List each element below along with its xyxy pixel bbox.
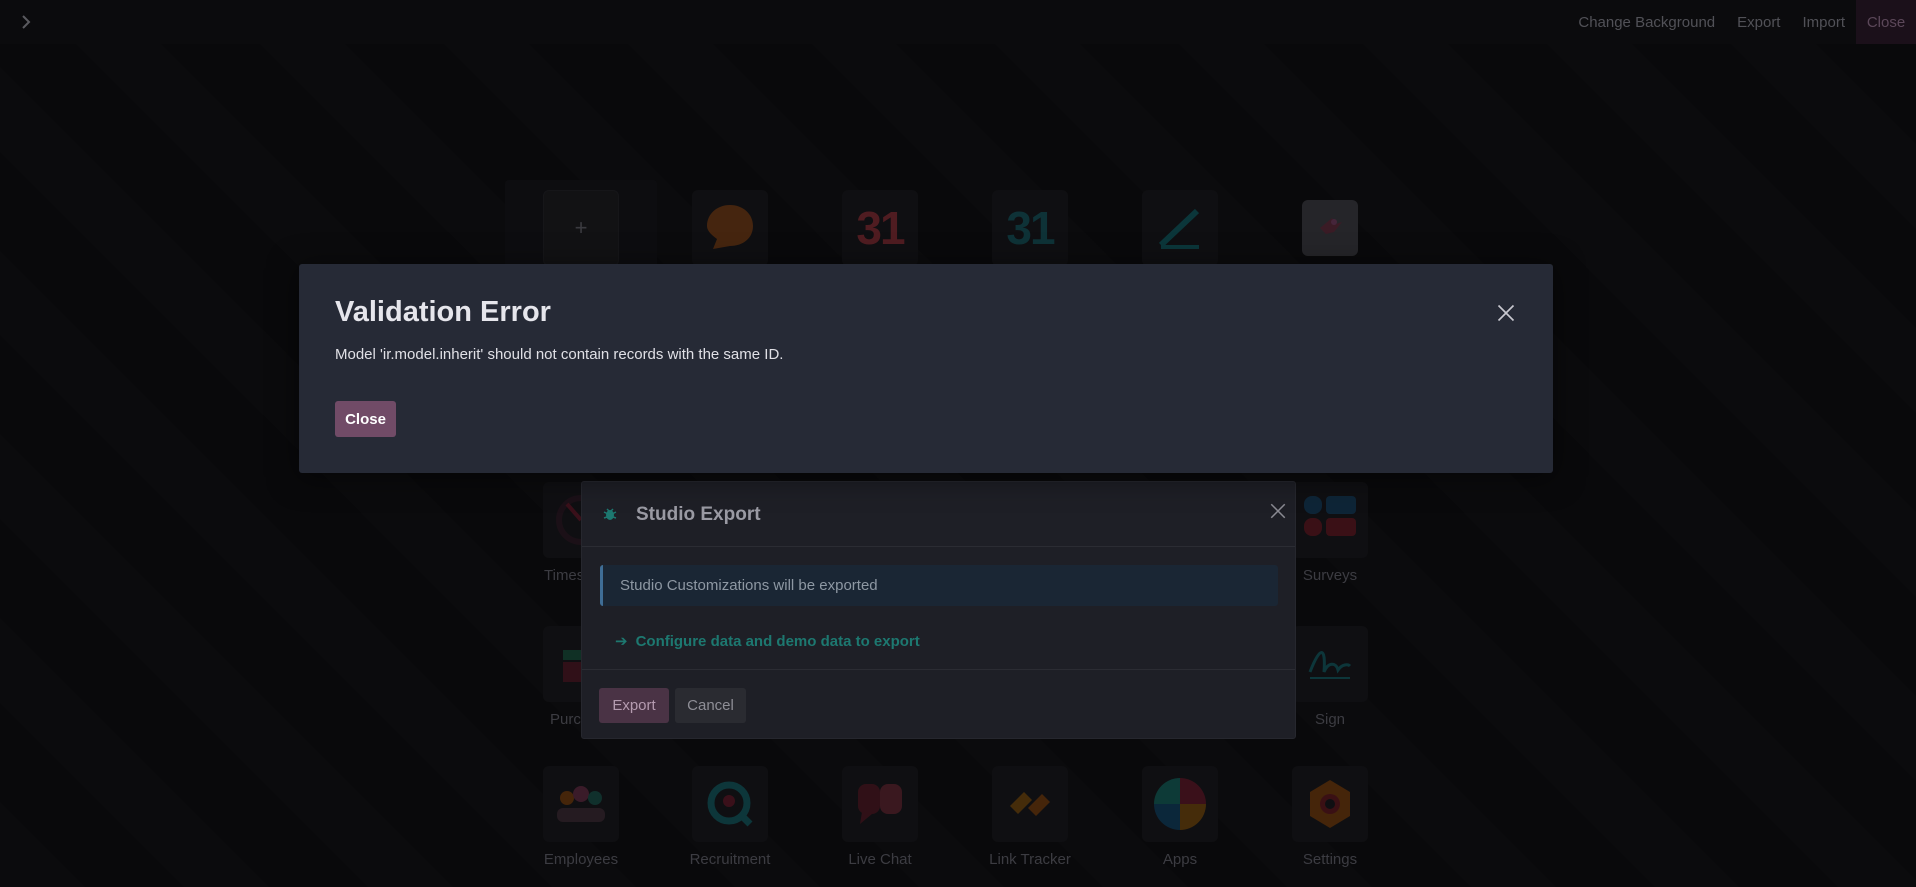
dialog-title: Studio Export [636,504,761,525]
error-message: Model 'ir.model.inherit' should not cont… [335,346,784,363]
close-error-button[interactable]: Close [335,401,396,437]
close-error-dialog-button[interactable] [1496,303,1516,323]
close-icon [1270,503,1286,519]
dialog-header: Studio Export [582,482,1295,547]
studio-export-dialog: Studio Export Studio Customizations will… [581,481,1296,739]
close-icon [1497,304,1515,322]
configure-data-link-label: Configure data and demo data to export [635,632,920,650]
dialog-footer: Export Cancel [582,669,1295,739]
dialog-title: Validation Error [335,296,551,328]
export-info-alert: Studio Customizations will be exported [600,565,1278,606]
arrow-right-icon: ➔ [615,633,628,650]
configure-data-link[interactable]: ➔ Configure data and demo data to export [615,632,920,651]
export-confirm-button[interactable]: Export [599,688,669,723]
validation-error-dialog: Validation Error Model 'ir.model.inherit… [299,264,1553,473]
cancel-button[interactable]: Cancel [675,688,746,723]
bug-icon [603,508,617,520]
close-export-dialog-button[interactable] [1269,502,1287,520]
